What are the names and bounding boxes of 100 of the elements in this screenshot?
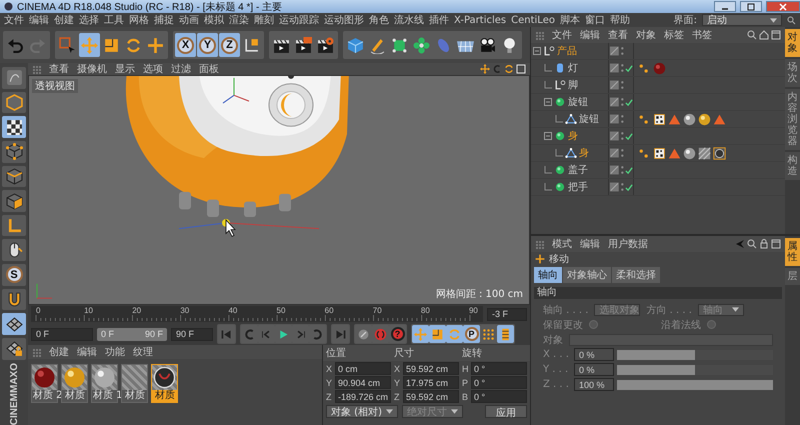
material-swatch[interactable]: 材质 bbox=[61, 364, 88, 403]
visibility-toggle-icon[interactable] bbox=[609, 96, 625, 108]
tab[interactable]: 柔和选择 bbox=[612, 267, 660, 283]
close-button[interactable] bbox=[766, 1, 800, 12]
search-icon[interactable] bbox=[787, 16, 796, 24]
coordinate-field[interactable]: 0 cm bbox=[335, 362, 392, 375]
apply-button[interactable]: 应用 bbox=[485, 405, 527, 418]
search-icon[interactable] bbox=[747, 30, 757, 40]
coordinate-field[interactable]: 59.592 cm bbox=[403, 390, 460, 403]
current-frame-field[interactable]: -3 F bbox=[487, 308, 527, 320]
coordinate-field[interactable]: 0 ° bbox=[471, 390, 527, 403]
menu-item[interactable]: 纹理 bbox=[133, 345, 153, 359]
autokey-button[interactable]: ? bbox=[389, 325, 406, 343]
visibility-toggle-icon[interactable] bbox=[609, 62, 625, 74]
menu-item[interactable]: X-Particles bbox=[454, 14, 506, 26]
menu-item[interactable]: 选择 bbox=[79, 13, 99, 27]
visibility-toggle-icon[interactable] bbox=[609, 79, 625, 91]
side-tab[interactable]: 对象 bbox=[785, 29, 800, 57]
visibility-toggle-icon[interactable] bbox=[609, 181, 625, 193]
menu-item[interactable]: 摄像机 bbox=[77, 62, 107, 76]
menu-item[interactable]: 模式 bbox=[552, 237, 572, 251]
panel-icon[interactable] bbox=[771, 239, 781, 249]
coordinate-field[interactable]: -189.726 cm bbox=[335, 390, 392, 403]
visibility-toggle-icon[interactable] bbox=[609, 164, 625, 176]
side-tab[interactable]: 层 bbox=[785, 268, 800, 285]
sculpt-button[interactable] bbox=[2, 67, 26, 89]
checkbox[interactable] bbox=[589, 320, 598, 329]
polygons-button[interactable] bbox=[2, 190, 26, 212]
tab[interactable]: 对象轴心 bbox=[563, 267, 611, 283]
menu-item[interactable]: CentiLeo bbox=[511, 14, 555, 26]
menu-item[interactable]: 捕捉 bbox=[154, 13, 174, 27]
visibility-toggle-icon[interactable] bbox=[609, 130, 625, 142]
model-button[interactable] bbox=[2, 92, 26, 114]
menu-item[interactable]: 面板 bbox=[199, 62, 219, 76]
visibility-toggle-icon[interactable] bbox=[609, 147, 625, 159]
menu-item[interactable]: 查看 bbox=[49, 62, 69, 76]
panel-icon[interactable] bbox=[771, 30, 781, 40]
check-icon[interactable] bbox=[625, 182, 633, 192]
menu-item[interactable]: 雕刻 bbox=[254, 13, 274, 27]
last-button[interactable] bbox=[332, 325, 349, 343]
search-icon[interactable] bbox=[747, 239, 757, 249]
menu-item[interactable]: 渲染 bbox=[229, 13, 249, 27]
record-button[interactable] bbox=[372, 325, 389, 343]
axis-lock-button[interactable]: X bbox=[175, 33, 196, 57]
axis-lock-button[interactable]: Z bbox=[219, 33, 240, 57]
coordinate-field[interactable]: 59.592 cm bbox=[403, 362, 460, 375]
points-button[interactable] bbox=[2, 140, 26, 163]
menu-item[interactable]: 查看 bbox=[608, 28, 628, 42]
dots-button[interactable] bbox=[480, 325, 497, 343]
slider-fill[interactable] bbox=[617, 350, 695, 360]
snap-button[interactable]: S bbox=[2, 264, 26, 286]
end-frame-field[interactable]: 90 F bbox=[171, 328, 213, 340]
prevkey-button[interactable] bbox=[241, 325, 258, 343]
check-icon[interactable] bbox=[625, 64, 633, 72]
back-arrow-icon[interactable] bbox=[735, 239, 745, 249]
menu-item[interactable]: 标签 bbox=[664, 28, 684, 42]
visibility-toggle-icon[interactable] bbox=[609, 45, 625, 57]
menu-item[interactable]: 显示 bbox=[115, 62, 135, 76]
slider-fill[interactable] bbox=[617, 380, 773, 390]
check-icon[interactable] bbox=[625, 132, 633, 140]
material-swatch[interactable]: 材质 bbox=[121, 364, 148, 403]
home-icon[interactable] bbox=[759, 30, 769, 40]
frame-range-field[interactable]: 0 F 90 F bbox=[97, 328, 167, 340]
menu-item[interactable]: 模拟 bbox=[204, 13, 224, 27]
object-name[interactable]: 旋钮 bbox=[579, 112, 599, 126]
object-name[interactable]: 脚 bbox=[568, 78, 578, 92]
coordinate-field[interactable]: 17.975 cm bbox=[403, 376, 460, 389]
menu-item[interactable]: 网格 bbox=[129, 13, 149, 27]
menu-item[interactable]: 窗口 bbox=[584, 13, 605, 27]
menu-item[interactable]: 用户数据 bbox=[608, 237, 648, 251]
coordinate-field[interactable]: 90.904 cm bbox=[335, 376, 392, 389]
coordinate-mode-dropdown[interactable]: 对象 (相对) bbox=[326, 405, 398, 418]
object-name[interactable]: 灯 bbox=[568, 61, 578, 75]
menu-item[interactable]: 编辑 bbox=[580, 28, 600, 42]
menu-item[interactable]: 创建 bbox=[54, 13, 74, 27]
magnet-button[interactable] bbox=[2, 288, 26, 310]
workplane-lock-button[interactable] bbox=[2, 338, 26, 360]
menu-item[interactable]: 编辑 bbox=[77, 345, 97, 359]
visibility-toggle-icon[interactable] bbox=[609, 113, 625, 125]
menu-item[interactable]: 脚本 bbox=[560, 13, 580, 27]
film-button[interactable] bbox=[497, 325, 514, 343]
start-frame-field[interactable]: 0 F bbox=[31, 328, 93, 340]
check-icon[interactable] bbox=[625, 166, 633, 174]
value-field[interactable]: 0 % bbox=[574, 348, 614, 361]
coordinate-field[interactable]: 0 ° bbox=[471, 362, 527, 375]
axis-lock-button[interactable]: Y bbox=[197, 33, 218, 57]
checkbox[interactable] bbox=[707, 320, 716, 329]
coordinate-field[interactable]: 0 ° bbox=[471, 376, 527, 389]
object-name[interactable]: 身 bbox=[568, 129, 578, 143]
workplane-button[interactable] bbox=[2, 313, 26, 336]
menu-item[interactable]: 动画 bbox=[179, 13, 199, 27]
texture-button[interactable] bbox=[2, 116, 26, 138]
menu-item[interactable]: 编辑 bbox=[29, 13, 49, 27]
menu-item[interactable]: 插件 bbox=[429, 13, 449, 27]
collapse-box-icon[interactable] bbox=[544, 132, 552, 140]
check-icon[interactable] bbox=[625, 98, 633, 106]
side-tab[interactable]: 属性 bbox=[785, 238, 800, 266]
keyoff-button[interactable] bbox=[355, 325, 372, 343]
first-button[interactable] bbox=[218, 325, 235, 343]
maximize-button[interactable] bbox=[740, 1, 762, 12]
